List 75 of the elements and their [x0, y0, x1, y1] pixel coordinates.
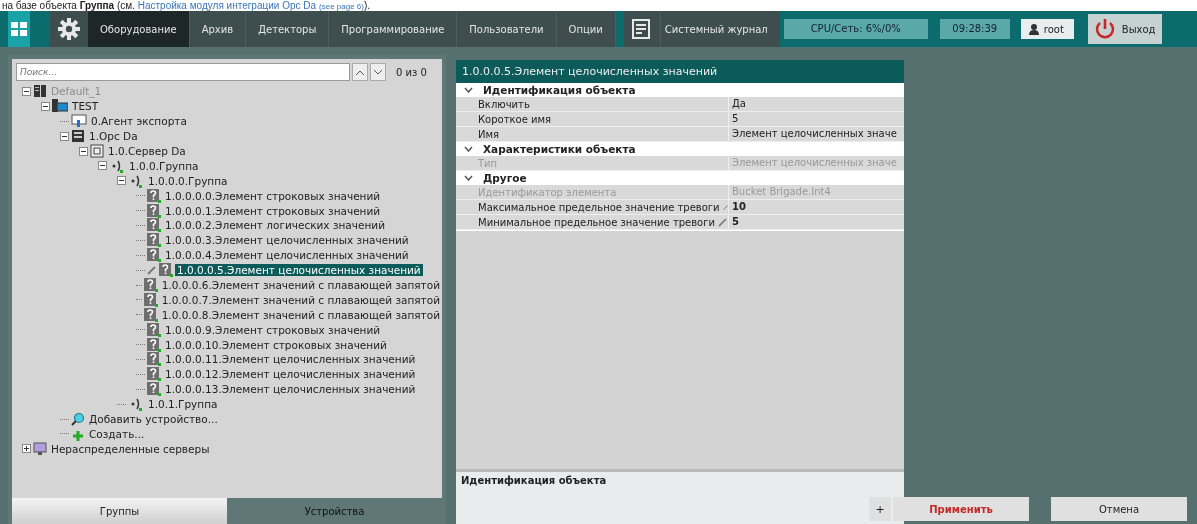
- panel-tab[interactable]: Группы: [12, 498, 227, 524]
- property-value[interactable]: 5: [729, 112, 904, 126]
- property-name: Короткое имя: [478, 113, 552, 125]
- computer-icon: [52, 99, 68, 114]
- monitor-icon: [33, 441, 47, 456]
- settings-icon: [58, 18, 80, 40]
- question-icon: [147, 382, 161, 397]
- chevron-up-icon: [356, 69, 364, 75]
- property-name: Включить: [478, 98, 530, 110]
- search-field[interactable]: Поиск...: [16, 63, 350, 81]
- pencil-icon: [147, 265, 157, 276]
- chevron-icon[interactable]: [464, 87, 473, 93]
- chevron-icon[interactable]: [464, 146, 473, 152]
- toolbar-tab[interactable]: Пользователи: [457, 11, 557, 47]
- property-value[interactable]: 5: [729, 215, 904, 229]
- chevron-icon[interactable]: [464, 175, 473, 181]
- cpu-status: CPU/Сеть: 6%/0%: [783, 19, 928, 39]
- property-value[interactable]: Элемент целочисленных значе: [729, 127, 904, 141]
- doc-link[interactable]: Настройка модуля интеграции Opc Da: [137, 0, 317, 11]
- toolbar-tab[interactable]: Опции: [556, 11, 616, 47]
- user-icon: [1028, 23, 1039, 35]
- previous-button[interactable]: [352, 63, 368, 81]
- next-button[interactable]: [370, 63, 386, 81]
- question-icon: [147, 352, 161, 367]
- toolbar-tab[interactable]: Программирование: [329, 11, 458, 47]
- question-icon: [143, 278, 158, 292]
- section-title: Другое: [483, 172, 527, 184]
- match-count: 0 из 0: [396, 66, 427, 78]
- panel-tab[interactable]: Устройства: [227, 498, 442, 524]
- toolbar-tab[interactable]: Оборудование: [88, 11, 190, 47]
- panel-title: 1.0.0.0.5.Элемент целочисленных значений: [456, 60, 904, 83]
- description-title: Идентификация объекта: [461, 475, 607, 486]
- question-icon: [147, 233, 161, 248]
- cancel-button[interactable]: Отмена: [1051, 497, 1187, 521]
- question-icon: [147, 367, 161, 382]
- power-icon: [1093, 18, 1116, 40]
- module-icon: [71, 129, 85, 144]
- property-name: Имя: [478, 128, 500, 140]
- magnifier-icon: [71, 412, 85, 427]
- question-icon: [159, 263, 173, 278]
- expander-icon[interactable]: [22, 444, 31, 454]
- property-name: Тип: [478, 157, 498, 169]
- section-title: Идентификация объекта: [483, 84, 636, 96]
- question-icon: [147, 322, 161, 337]
- caption-tail: ).: [364, 0, 371, 11]
- server-icon: [33, 84, 47, 99]
- property-value[interactable]: 10: [729, 200, 904, 214]
- apply-button[interactable]: Применить: [893, 497, 1029, 521]
- app-menu-button[interactable]: [8, 11, 30, 47]
- caption-text: на базе объекта Группа (см.: [2, 0, 136, 11]
- chevron-down-icon: [374, 69, 382, 75]
- property-name: Максимальное предельное значение тревоги: [478, 201, 720, 213]
- property-value[interactable]: Да: [729, 97, 904, 111]
- exit-button[interactable]: Выход: [1087, 14, 1162, 44]
- clock: 09:28:39: [939, 19, 1010, 39]
- question-icon: [143, 307, 158, 322]
- property-name: Идентификатор элемента: [478, 186, 617, 198]
- page-reference: (see page 6): [319, 2, 364, 11]
- grid-icon: [11, 22, 27, 36]
- section-title: Характеристики объекта: [483, 143, 636, 155]
- question-icon: [147, 188, 161, 203]
- question-icon: [147, 337, 161, 352]
- question-icon: [143, 292, 158, 307]
- user-button[interactable]: root: [1020, 19, 1074, 39]
- toolbar-tab[interactable]: Детекторы: [246, 11, 330, 47]
- device-icon: [90, 144, 104, 158]
- tree-item[interactable]: Нераспределенные серверы: [49, 442, 212, 455]
- film-icon: [71, 114, 87, 129]
- question-icon: [147, 203, 161, 218]
- question-icon: [147, 218, 161, 233]
- property-name: Минимальное предельное значение тревоги: [478, 216, 715, 228]
- toolbar-tab[interactable]: Архив: [189, 11, 247, 47]
- add-button[interactable]: +: [869, 497, 891, 521]
- question-icon: [147, 248, 161, 263]
- journal-icon: [631, 19, 650, 39]
